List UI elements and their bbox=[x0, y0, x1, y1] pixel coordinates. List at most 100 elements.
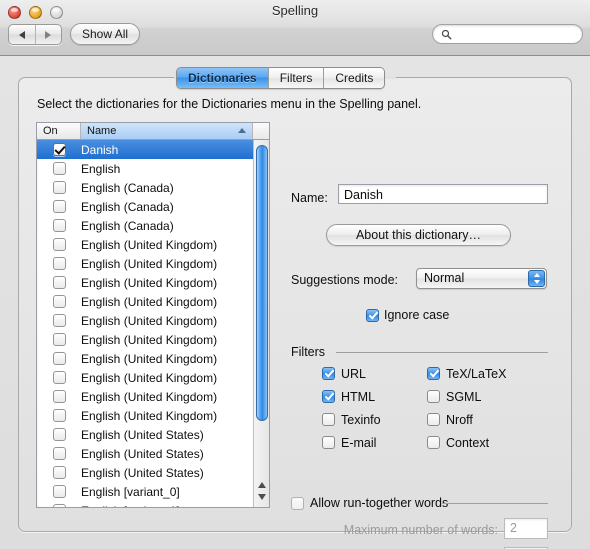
ignore-case-row[interactable]: Ignore case bbox=[366, 308, 449, 322]
column-header-on[interactable]: On bbox=[37, 123, 81, 139]
table-row[interactable]: English (Canada) bbox=[37, 197, 253, 216]
dictionary-enabled-checkbox[interactable] bbox=[52, 219, 66, 232]
tab-credits[interactable]: Credits bbox=[324, 68, 385, 88]
filter-checkbox[interactable] bbox=[427, 367, 440, 380]
row-checkbox-cell[interactable] bbox=[37, 485, 81, 498]
table-row[interactable]: English (United Kingdom) bbox=[37, 254, 253, 273]
tab-filters[interactable]: Filters bbox=[268, 68, 325, 88]
forward-button[interactable] bbox=[36, 25, 62, 44]
table-row[interactable]: English (United Kingdom) bbox=[37, 406, 253, 425]
table-row[interactable]: English [variant_0] bbox=[37, 482, 253, 501]
max-words-field[interactable]: 2 bbox=[504, 518, 548, 539]
table-scrollbar[interactable] bbox=[253, 140, 269, 507]
row-checkbox-cell[interactable] bbox=[37, 219, 81, 232]
scrollbar-arrows[interactable] bbox=[255, 477, 269, 507]
search-field[interactable] bbox=[432, 24, 583, 44]
row-checkbox-cell[interactable] bbox=[37, 371, 81, 384]
dictionary-enabled-checkbox[interactable] bbox=[52, 181, 66, 194]
allow-run-together-row[interactable]: Allow run-together words bbox=[291, 496, 448, 510]
row-checkbox-cell[interactable] bbox=[37, 162, 81, 175]
row-checkbox-cell[interactable] bbox=[37, 143, 81, 156]
row-checkbox-cell[interactable] bbox=[37, 238, 81, 251]
dictionary-enabled-checkbox[interactable] bbox=[52, 314, 66, 327]
filter-checkbox[interactable] bbox=[427, 413, 440, 426]
table-row[interactable]: English (United States) bbox=[37, 425, 253, 444]
column-header-name[interactable]: Name bbox=[81, 123, 253, 139]
row-checkbox-cell[interactable] bbox=[37, 181, 81, 194]
row-checkbox-cell[interactable] bbox=[37, 390, 81, 403]
row-checkbox-cell[interactable] bbox=[37, 504, 81, 507]
ignore-case-checkbox[interactable] bbox=[366, 308, 379, 322]
dictionary-enabled-checkbox[interactable] bbox=[52, 390, 66, 403]
dictionary-enabled-checkbox[interactable] bbox=[52, 409, 66, 422]
row-checkbox-cell[interactable] bbox=[37, 276, 81, 289]
dictionary-enabled-checkbox[interactable] bbox=[52, 143, 66, 156]
filter-option-nroff[interactable]: Nroff bbox=[427, 413, 473, 427]
table-row[interactable]: English (United Kingdom) bbox=[37, 311, 253, 330]
filter-checkbox[interactable] bbox=[322, 413, 335, 426]
dictionary-enabled-checkbox[interactable] bbox=[52, 371, 66, 384]
filter-option-sgml[interactable]: SGML bbox=[427, 390, 481, 404]
table-row[interactable]: English (United Kingdom) bbox=[37, 273, 253, 292]
scroll-down-icon[interactable] bbox=[258, 494, 266, 500]
filter-checkbox[interactable] bbox=[322, 390, 335, 403]
row-checkbox-cell[interactable] bbox=[37, 466, 81, 479]
filter-option-html[interactable]: HTML bbox=[322, 390, 427, 404]
name-field[interactable] bbox=[338, 184, 548, 204]
table-row[interactable]: English (United Kingdom) bbox=[37, 330, 253, 349]
suggestions-mode-dropdown[interactable]: Normal bbox=[416, 268, 547, 289]
row-checkbox-cell[interactable] bbox=[37, 333, 81, 346]
row-checkbox-cell[interactable] bbox=[37, 314, 81, 327]
search-input[interactable] bbox=[457, 27, 575, 42]
dictionary-enabled-checkbox[interactable] bbox=[52, 466, 66, 479]
filter-checkbox[interactable] bbox=[322, 367, 335, 380]
navigation-segmented-control[interactable] bbox=[8, 24, 62, 45]
row-checkbox-cell[interactable] bbox=[37, 447, 81, 460]
row-checkbox-cell[interactable] bbox=[37, 257, 81, 270]
dictionary-enabled-checkbox[interactable] bbox=[52, 428, 66, 441]
filter-option-e-mail[interactable]: E-mail bbox=[322, 436, 427, 450]
table-row[interactable]: English (United Kingdom) bbox=[37, 349, 253, 368]
filter-checkbox[interactable] bbox=[322, 436, 335, 449]
name-input[interactable] bbox=[344, 187, 542, 202]
filter-option-tex-latex[interactable]: TeX/LaTeX bbox=[427, 367, 506, 381]
dictionary-enabled-checkbox[interactable] bbox=[52, 447, 66, 460]
row-checkbox-cell[interactable] bbox=[37, 409, 81, 422]
dictionaries-table[interactable]: On Name Danish English English (Canada) Eng… bbox=[36, 122, 270, 508]
table-row[interactable]: English bbox=[37, 159, 253, 178]
scrollbar-thumb[interactable] bbox=[256, 145, 268, 421]
table-row[interactable]: English (United Kingdom) bbox=[37, 387, 253, 406]
filter-option-context[interactable]: Context bbox=[427, 436, 489, 450]
row-checkbox-cell[interactable] bbox=[37, 200, 81, 213]
dictionary-enabled-checkbox[interactable] bbox=[52, 485, 66, 498]
show-all-button[interactable]: Show All bbox=[70, 23, 141, 45]
tab-dictionaries[interactable]: Dictionaries bbox=[177, 68, 269, 88]
table-row[interactable]: English (United Kingdom) bbox=[37, 235, 253, 254]
dictionary-enabled-checkbox[interactable] bbox=[52, 162, 66, 175]
dictionary-enabled-checkbox[interactable] bbox=[52, 333, 66, 346]
table-row[interactable]: English (United Kingdom) bbox=[37, 368, 253, 387]
filter-option-texinfo[interactable]: Texinfo bbox=[322, 413, 427, 427]
filter-option-url[interactable]: URL bbox=[322, 367, 427, 381]
table-row[interactable]: Danish bbox=[37, 140, 253, 159]
table-row[interactable]: English (United States) bbox=[37, 463, 253, 482]
table-row[interactable]: English (Canada) bbox=[37, 178, 253, 197]
allow-run-together-checkbox[interactable] bbox=[291, 496, 304, 510]
scroll-up-icon[interactable] bbox=[258, 482, 266, 488]
dictionary-enabled-checkbox[interactable] bbox=[52, 257, 66, 270]
filter-checkbox[interactable] bbox=[427, 436, 440, 449]
table-row[interactable]: English [variant_1] bbox=[37, 501, 253, 507]
row-checkbox-cell[interactable] bbox=[37, 295, 81, 308]
table-row[interactable]: English (United States) bbox=[37, 444, 253, 463]
dictionary-enabled-checkbox[interactable] bbox=[52, 295, 66, 308]
back-button[interactable] bbox=[9, 25, 36, 44]
row-checkbox-cell[interactable] bbox=[37, 352, 81, 365]
dictionary-enabled-checkbox[interactable] bbox=[52, 352, 66, 365]
row-checkbox-cell[interactable] bbox=[37, 428, 81, 441]
table-row[interactable]: English (Canada) bbox=[37, 216, 253, 235]
chevron-updown-icon[interactable] bbox=[528, 270, 545, 287]
about-this-dictionary-button[interactable]: About this dictionary… bbox=[326, 224, 511, 246]
dictionary-enabled-checkbox[interactable] bbox=[52, 238, 66, 251]
filter-checkbox[interactable] bbox=[427, 390, 440, 403]
dictionary-enabled-checkbox[interactable] bbox=[52, 200, 66, 213]
